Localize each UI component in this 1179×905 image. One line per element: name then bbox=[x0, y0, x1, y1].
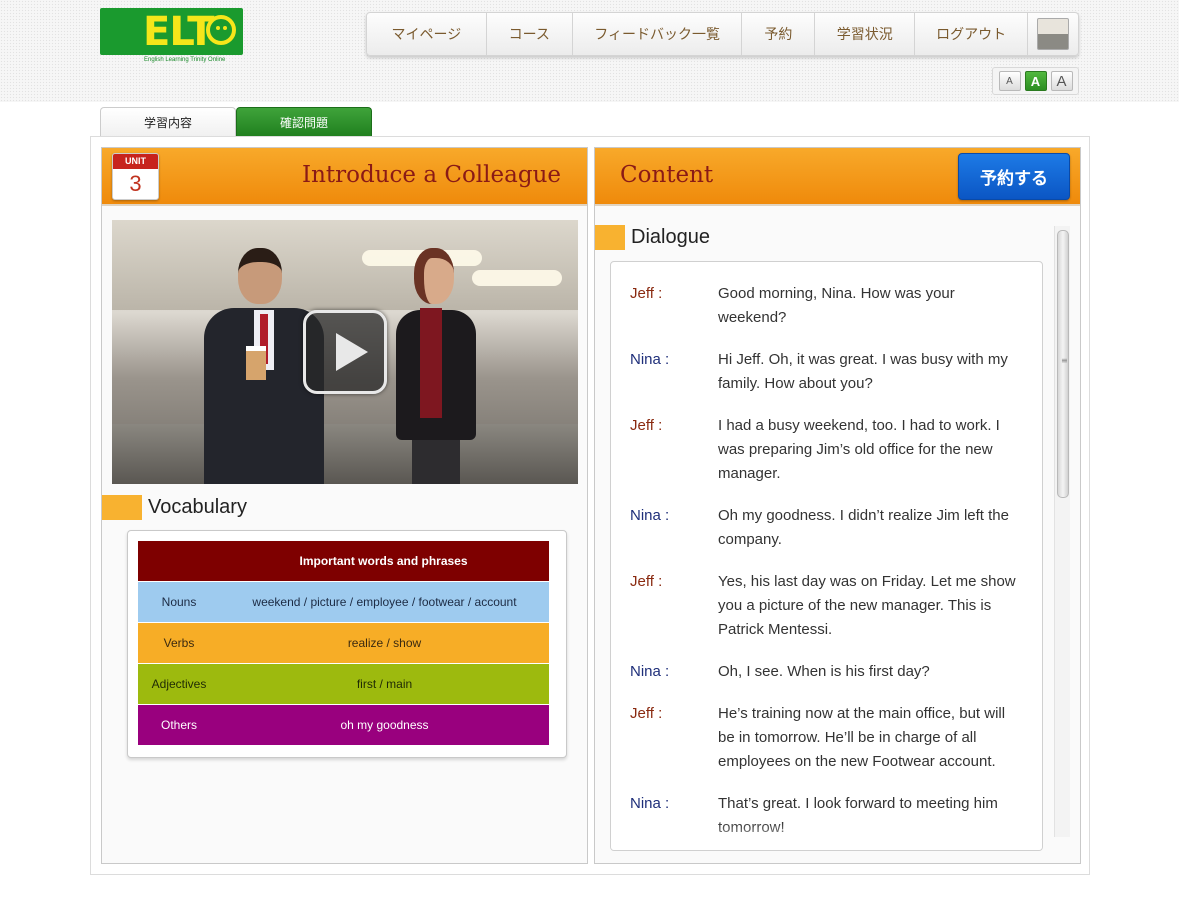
table-row: Others oh my goodness bbox=[138, 705, 549, 746]
content-header: Content 予約する bbox=[595, 148, 1080, 206]
video-floor bbox=[112, 424, 578, 484]
unit-number: 3 bbox=[129, 171, 142, 196]
video-coffee-cup bbox=[246, 346, 266, 380]
tab-study-content[interactable]: 学習内容 bbox=[100, 107, 236, 137]
nav-avatar-wrap[interactable] bbox=[1028, 13, 1078, 55]
table-row: Verbs realize / show bbox=[138, 623, 549, 664]
vocabulary-heading-label: Vocabulary bbox=[148, 496, 247, 518]
vocabulary-table: Important words and phrases Nouns weeken… bbox=[138, 541, 549, 746]
scrollbar-thumb[interactable]: ≡ bbox=[1057, 230, 1069, 498]
dialogue-text: Good morning, Nina. How was your weekend… bbox=[718, 285, 955, 326]
dialogue-text: Oh, I see. When is his first day? bbox=[718, 663, 930, 680]
speaker-label: Jeff : bbox=[630, 417, 663, 434]
nav-learning-status[interactable]: 学習状況 bbox=[815, 13, 916, 55]
avatar[interactable] bbox=[1037, 18, 1070, 50]
dialogue-fade bbox=[611, 822, 1042, 850]
vocab-words: weekend / picture / employee / footwear … bbox=[252, 595, 517, 609]
grip-icon: ≡ bbox=[1061, 356, 1068, 365]
video-woman-legs bbox=[412, 440, 460, 484]
vocab-words: first / main bbox=[356, 677, 413, 691]
unit-label: UNIT bbox=[113, 154, 158, 169]
speaker-label: Jeff : bbox=[630, 705, 663, 722]
vocab-category: Verbs bbox=[163, 636, 195, 650]
logo-text: ELT bbox=[143, 9, 214, 55]
vocab-category: Nouns bbox=[161, 595, 197, 609]
nav-course[interactable]: コース bbox=[487, 13, 573, 55]
font-size-large-button[interactable]: A bbox=[1050, 71, 1073, 91]
table-row: Nouns weekend / picture / employee / foo… bbox=[138, 582, 549, 623]
dialogue-heading-label: Dialogue bbox=[631, 226, 710, 248]
speaker-label: Nina : bbox=[630, 507, 670, 524]
font-size-small-button[interactable]: A bbox=[998, 71, 1021, 91]
table-row: Adjectives first / main bbox=[138, 664, 549, 705]
section-marker bbox=[595, 225, 625, 250]
dialogue-scrollbar[interactable]: ≡ bbox=[1054, 226, 1070, 837]
vocabulary-table-title: Important words and phrases bbox=[138, 541, 549, 582]
content-title: Content bbox=[620, 162, 714, 188]
speaker-label: Nina : bbox=[630, 663, 670, 680]
elto-logo[interactable]: ELT bbox=[100, 8, 243, 55]
vocabulary-box: Important words and phrases Nouns weeken… bbox=[127, 530, 567, 758]
dialogue-text: Oh my goodness. I didn’t realize Jim lef… bbox=[718, 507, 1009, 548]
video-woman-scarf bbox=[420, 308, 442, 418]
main-nav: マイページ コース フィードバック一覧 予約 学習状況 ログアウト bbox=[366, 12, 1079, 56]
section-marker bbox=[102, 495, 142, 520]
dialogue-text: Yes, his last day was on Friday. Let me … bbox=[718, 573, 1016, 638]
dialogue-heading: Dialogue bbox=[595, 225, 710, 250]
nav-feedback-list[interactable]: フィードバック一覧 bbox=[573, 13, 743, 55]
vocabulary-heading: Vocabulary bbox=[102, 495, 247, 520]
nav-reservation[interactable]: 予約 bbox=[742, 13, 816, 55]
speaker-label: Jeff : bbox=[630, 285, 663, 302]
smile-icon bbox=[206, 15, 236, 45]
play-icon[interactable] bbox=[303, 310, 387, 394]
speaker-label: Nina : bbox=[630, 351, 670, 368]
vocab-words: oh my goodness bbox=[340, 718, 429, 732]
video-woman-head bbox=[414, 248, 454, 304]
dialogue-text: He’s training now at the main office, bu… bbox=[718, 705, 1006, 770]
dialogue-text: Hi Jeff. Oh, it was great. I was busy wi… bbox=[718, 351, 1008, 392]
dialogue-box: Jeff : Good morning, Nina. How was your … bbox=[610, 261, 1043, 851]
lesson-header: UNIT 3 Introduce a Colleague bbox=[102, 148, 587, 206]
video-person-woman bbox=[386, 248, 486, 484]
speaker-label: Nina : bbox=[630, 795, 670, 812]
lesson-title: Introduce a Colleague bbox=[302, 162, 561, 188]
tab-quiz[interactable]: 確認問題 bbox=[236, 107, 372, 137]
lesson-panel: UNIT 3 Introduce a Colleague Vocabulary bbox=[101, 147, 588, 864]
vocab-category: Others bbox=[160, 718, 197, 732]
lesson-video[interactable] bbox=[112, 220, 578, 484]
video-ceiling bbox=[112, 220, 578, 310]
speaker-label: Jeff : bbox=[630, 573, 663, 590]
dialogue-text: I had a busy weekend, too. I had to work… bbox=[718, 417, 1000, 482]
nav-logout[interactable]: ログアウト bbox=[915, 13, 1029, 55]
vocab-category: Adjectives bbox=[151, 677, 207, 691]
video-man-head bbox=[238, 248, 282, 304]
font-size-controls: A A A bbox=[992, 67, 1079, 95]
reserve-button[interactable]: 予約する bbox=[958, 153, 1070, 200]
nav-mypage[interactable]: マイページ bbox=[367, 13, 487, 55]
font-size-medium-button[interactable]: A bbox=[1024, 71, 1047, 91]
content-panel: Content 予約する Dialogue Jeff : Good mornin… bbox=[594, 147, 1081, 864]
unit-badge: UNIT 3 bbox=[112, 153, 159, 200]
vocab-words: realize / show bbox=[347, 636, 422, 650]
logo-tagline: English Learning Trinity Online bbox=[144, 57, 226, 63]
